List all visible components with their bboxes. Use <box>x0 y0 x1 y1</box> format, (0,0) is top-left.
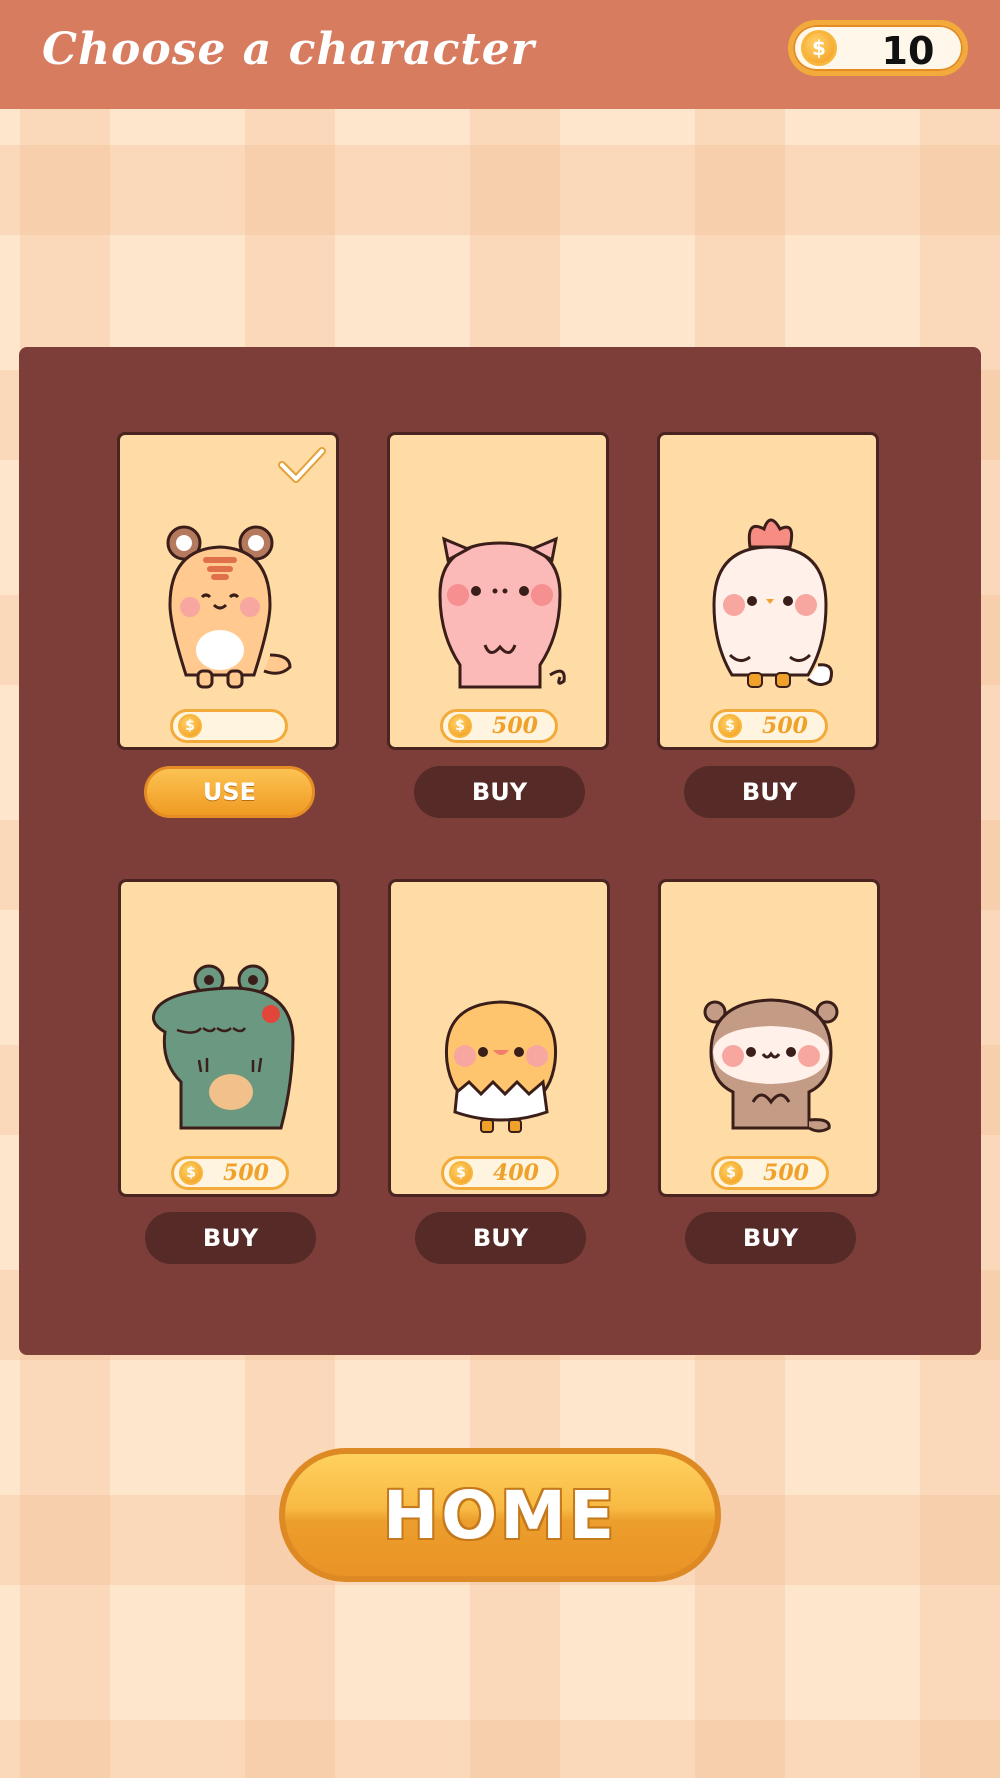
price-tag: $ 500 <box>710 709 828 743</box>
pig-icon <box>438 536 566 689</box>
price-tag: $ 500 <box>171 1156 289 1190</box>
character-card-otter[interactable]: $ 500 <box>658 879 880 1197</box>
home-button[interactable]: HOME <box>279 1448 721 1582</box>
price-tag: $ 400 <box>441 1156 559 1190</box>
coin-icon: $ <box>449 1161 473 1185</box>
home-button-label: HOME <box>382 1476 618 1554</box>
buy-button[interactable]: BUY <box>684 766 855 818</box>
price-value: 500 <box>763 1160 809 1186</box>
crocodile-icon <box>151 964 295 1130</box>
use-button[interactable]: USE <box>144 766 315 818</box>
page-title: Choose a character <box>42 24 535 75</box>
price-tag: $ 500 <box>440 709 558 743</box>
coin-icon: $ <box>179 1161 203 1185</box>
coin-icon: $ <box>719 1161 743 1185</box>
buy-button[interactable]: BUY <box>685 1212 856 1264</box>
coin-count: 10 <box>881 29 935 73</box>
coin-icon: $ <box>178 714 202 738</box>
character-card-pig[interactable]: $ 500 <box>387 432 609 750</box>
buy-button[interactable]: BUY <box>415 1212 586 1264</box>
character-card-chicken[interactable]: $ 500 <box>657 432 879 750</box>
character-card-chick[interactable]: $ 400 <box>388 879 610 1197</box>
coin-icon: $ <box>718 714 742 738</box>
coin-balance: $ 10 <box>788 20 968 76</box>
price-value: 400 <box>493 1160 539 1186</box>
price-tag: $ 500 <box>711 1156 829 1190</box>
coin-icon: $ <box>801 30 837 66</box>
buy-button[interactable]: BUY <box>145 1212 316 1264</box>
price-tag: $ <box>170 709 288 743</box>
chick-icon <box>444 1000 558 1133</box>
otter-icon <box>703 998 839 1133</box>
tiger-icon <box>166 525 292 689</box>
chicken-icon <box>712 518 833 688</box>
coin-icon: $ <box>448 714 472 738</box>
buy-button[interactable]: BUY <box>414 766 585 818</box>
price-value: 500 <box>492 713 538 739</box>
top-bar: Choose a character $ 10 <box>0 0 1000 109</box>
checkmark-icon <box>278 447 326 483</box>
price-value: 500 <box>223 1160 269 1186</box>
price-value: 500 <box>762 713 808 739</box>
character-panel: $ USE $ 500 BUY $ 500 BUY $ 500 BUY $ 40… <box>19 347 981 1355</box>
character-card-tiger[interactable]: $ <box>117 432 339 750</box>
character-card-crocodile[interactable]: $ 500 <box>118 879 340 1197</box>
